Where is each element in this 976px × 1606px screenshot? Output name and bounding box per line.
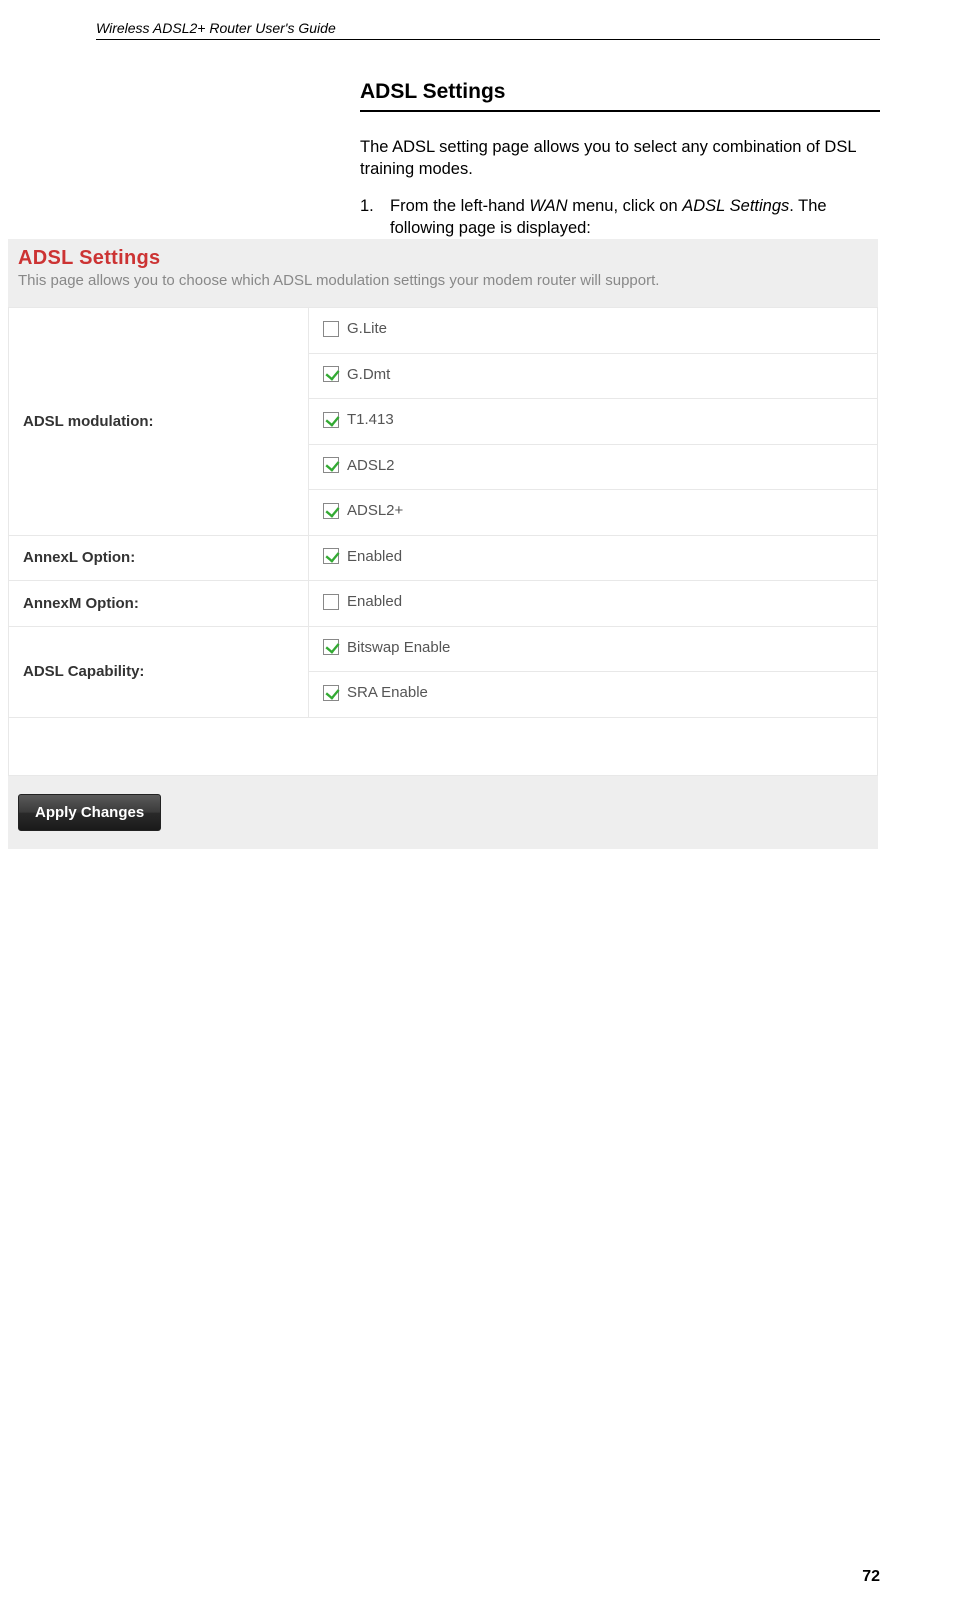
table-row-empty — [9, 717, 878, 775]
sra-option[interactable]: SRA Enable — [323, 684, 428, 701]
annexm-label: AnnexM Option: — [9, 581, 309, 627]
checkbox-icon[interactable] — [323, 321, 339, 337]
table-row: ADSL Capability: Bitswap Enable — [9, 626, 878, 672]
section-title: ADSL Settings — [360, 80, 880, 112]
option-label: ADSL2+ — [347, 502, 403, 519]
step-1: 1. From the left-hand WAN menu, click on… — [360, 195, 880, 240]
t1413-option[interactable]: T1.413 — [323, 411, 394, 428]
page-number: 72 — [862, 1568, 880, 1586]
option-label: Enabled — [347, 548, 402, 565]
glite-option[interactable]: G.Lite — [323, 320, 387, 337]
panel-subtitle: This page allows you to choose which ADS… — [18, 272, 868, 289]
option-cell: ADSL2+ — [309, 490, 878, 536]
option-cell: G.Lite — [309, 308, 878, 354]
annexl-option[interactable]: Enabled — [323, 548, 402, 565]
checkbox-icon[interactable] — [323, 366, 339, 382]
empty-cell — [9, 717, 878, 775]
option-cell: ADSL2 — [309, 444, 878, 490]
main-content: ADSL Settings The ADSL setting page allo… — [360, 80, 880, 239]
table-row: AnnexL Option: Enabled — [9, 535, 878, 581]
gdmt-option[interactable]: G.Dmt — [323, 366, 390, 383]
option-cell: T1.413 — [309, 399, 878, 445]
checkbox-icon[interactable] — [323, 685, 339, 701]
settings-screenshot: ADSL Settings This page allows you to ch… — [8, 239, 878, 849]
option-cell: Enabled — [309, 581, 878, 627]
step-number: 1. — [360, 195, 390, 240]
panel-title: ADSL Settings — [18, 247, 868, 270]
step-text: From the left-hand WAN menu, click on AD… — [390, 195, 880, 240]
modulation-label: ADSL modulation: — [9, 308, 309, 536]
checkbox-icon[interactable] — [323, 548, 339, 564]
option-cell: Enabled — [309, 535, 878, 581]
checkbox-icon[interactable] — [323, 457, 339, 473]
option-cell: G.Dmt — [309, 353, 878, 399]
option-label: ADSL2 — [347, 457, 395, 474]
adsl2-option[interactable]: ADSL2 — [323, 457, 395, 474]
checkbox-icon[interactable] — [323, 412, 339, 428]
table-row: AnnexM Option: Enabled — [9, 581, 878, 627]
bitswap-option[interactable]: Bitswap Enable — [323, 639, 450, 656]
screenshot-header: ADSL Settings This page allows you to ch… — [8, 239, 878, 307]
checkbox-icon[interactable] — [323, 594, 339, 610]
option-label: SRA Enable — [347, 684, 428, 701]
screenshot-footer: Apply Changes — [8, 776, 878, 849]
annexm-option[interactable]: Enabled — [323, 593, 402, 610]
table-row: ADSL modulation: G.Lite — [9, 308, 878, 354]
option-label: Enabled — [347, 593, 402, 610]
checkbox-icon[interactable] — [323, 639, 339, 655]
intro-paragraph: The ADSL setting page allows you to sele… — [360, 136, 880, 181]
apply-changes-button[interactable]: Apply Changes — [18, 794, 161, 831]
option-label: T1.413 — [347, 411, 394, 428]
capability-label: ADSL Capability: — [9, 626, 309, 717]
checkbox-icon[interactable] — [323, 503, 339, 519]
annexl-label: AnnexL Option: — [9, 535, 309, 581]
option-cell: SRA Enable — [309, 672, 878, 718]
option-label: G.Lite — [347, 320, 387, 337]
option-label: G.Dmt — [347, 366, 390, 383]
option-cell: Bitswap Enable — [309, 626, 878, 672]
running-header: Wireless ADSL2+ Router User's Guide — [96, 20, 880, 40]
adsl2plus-option[interactable]: ADSL2+ — [323, 502, 403, 519]
settings-table: ADSL modulation: G.Lite G.Dmt T1.413 — [8, 307, 878, 776]
option-label: Bitswap Enable — [347, 639, 450, 656]
guide-title: Wireless ADSL2+ Router User's Guide — [96, 20, 336, 36]
